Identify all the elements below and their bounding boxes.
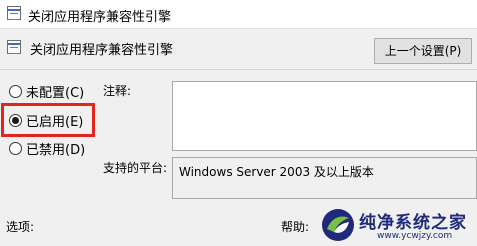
policy-setting-icon [7,6,21,20]
watermark-logo-icon [322,209,354,241]
radio-label: 已禁用(D) [26,143,86,158]
watermark-title: 纯净系统之家 [359,213,467,233]
options-label: 选项: [6,220,35,234]
policy-title: 关闭应用程序兼容性引擎 [30,43,174,58]
previous-setting-button[interactable]: 上一个设置(P) [374,38,472,64]
watermark-url: www.ycwjzy.com [377,231,453,241]
radio-button[interactable] [9,142,22,155]
radio-label: 未配置(C) [26,86,85,101]
window-titlebar: 关闭应用程序兼容性引擎 [0,0,477,29]
supported-platform-label: 支持的平台: [103,161,168,175]
comment-label: 注释: [103,84,132,98]
supported-platform-box: Windows Server 2003 及以上版本 [172,157,477,199]
supported-platform-value: Windows Server 2003 及以上版本 [179,165,374,179]
site-watermark: 纯净系统之家 www.ycwjzy.com [317,204,477,246]
radio-button[interactable] [9,85,22,98]
comment-textarea[interactable] [172,81,477,151]
divider [0,69,477,70]
policy-setting-icon [7,40,21,54]
window-title: 关闭应用程序兼容性引擎 [28,10,172,25]
highlight-box [1,103,95,137]
help-label: 帮助: [281,220,310,234]
